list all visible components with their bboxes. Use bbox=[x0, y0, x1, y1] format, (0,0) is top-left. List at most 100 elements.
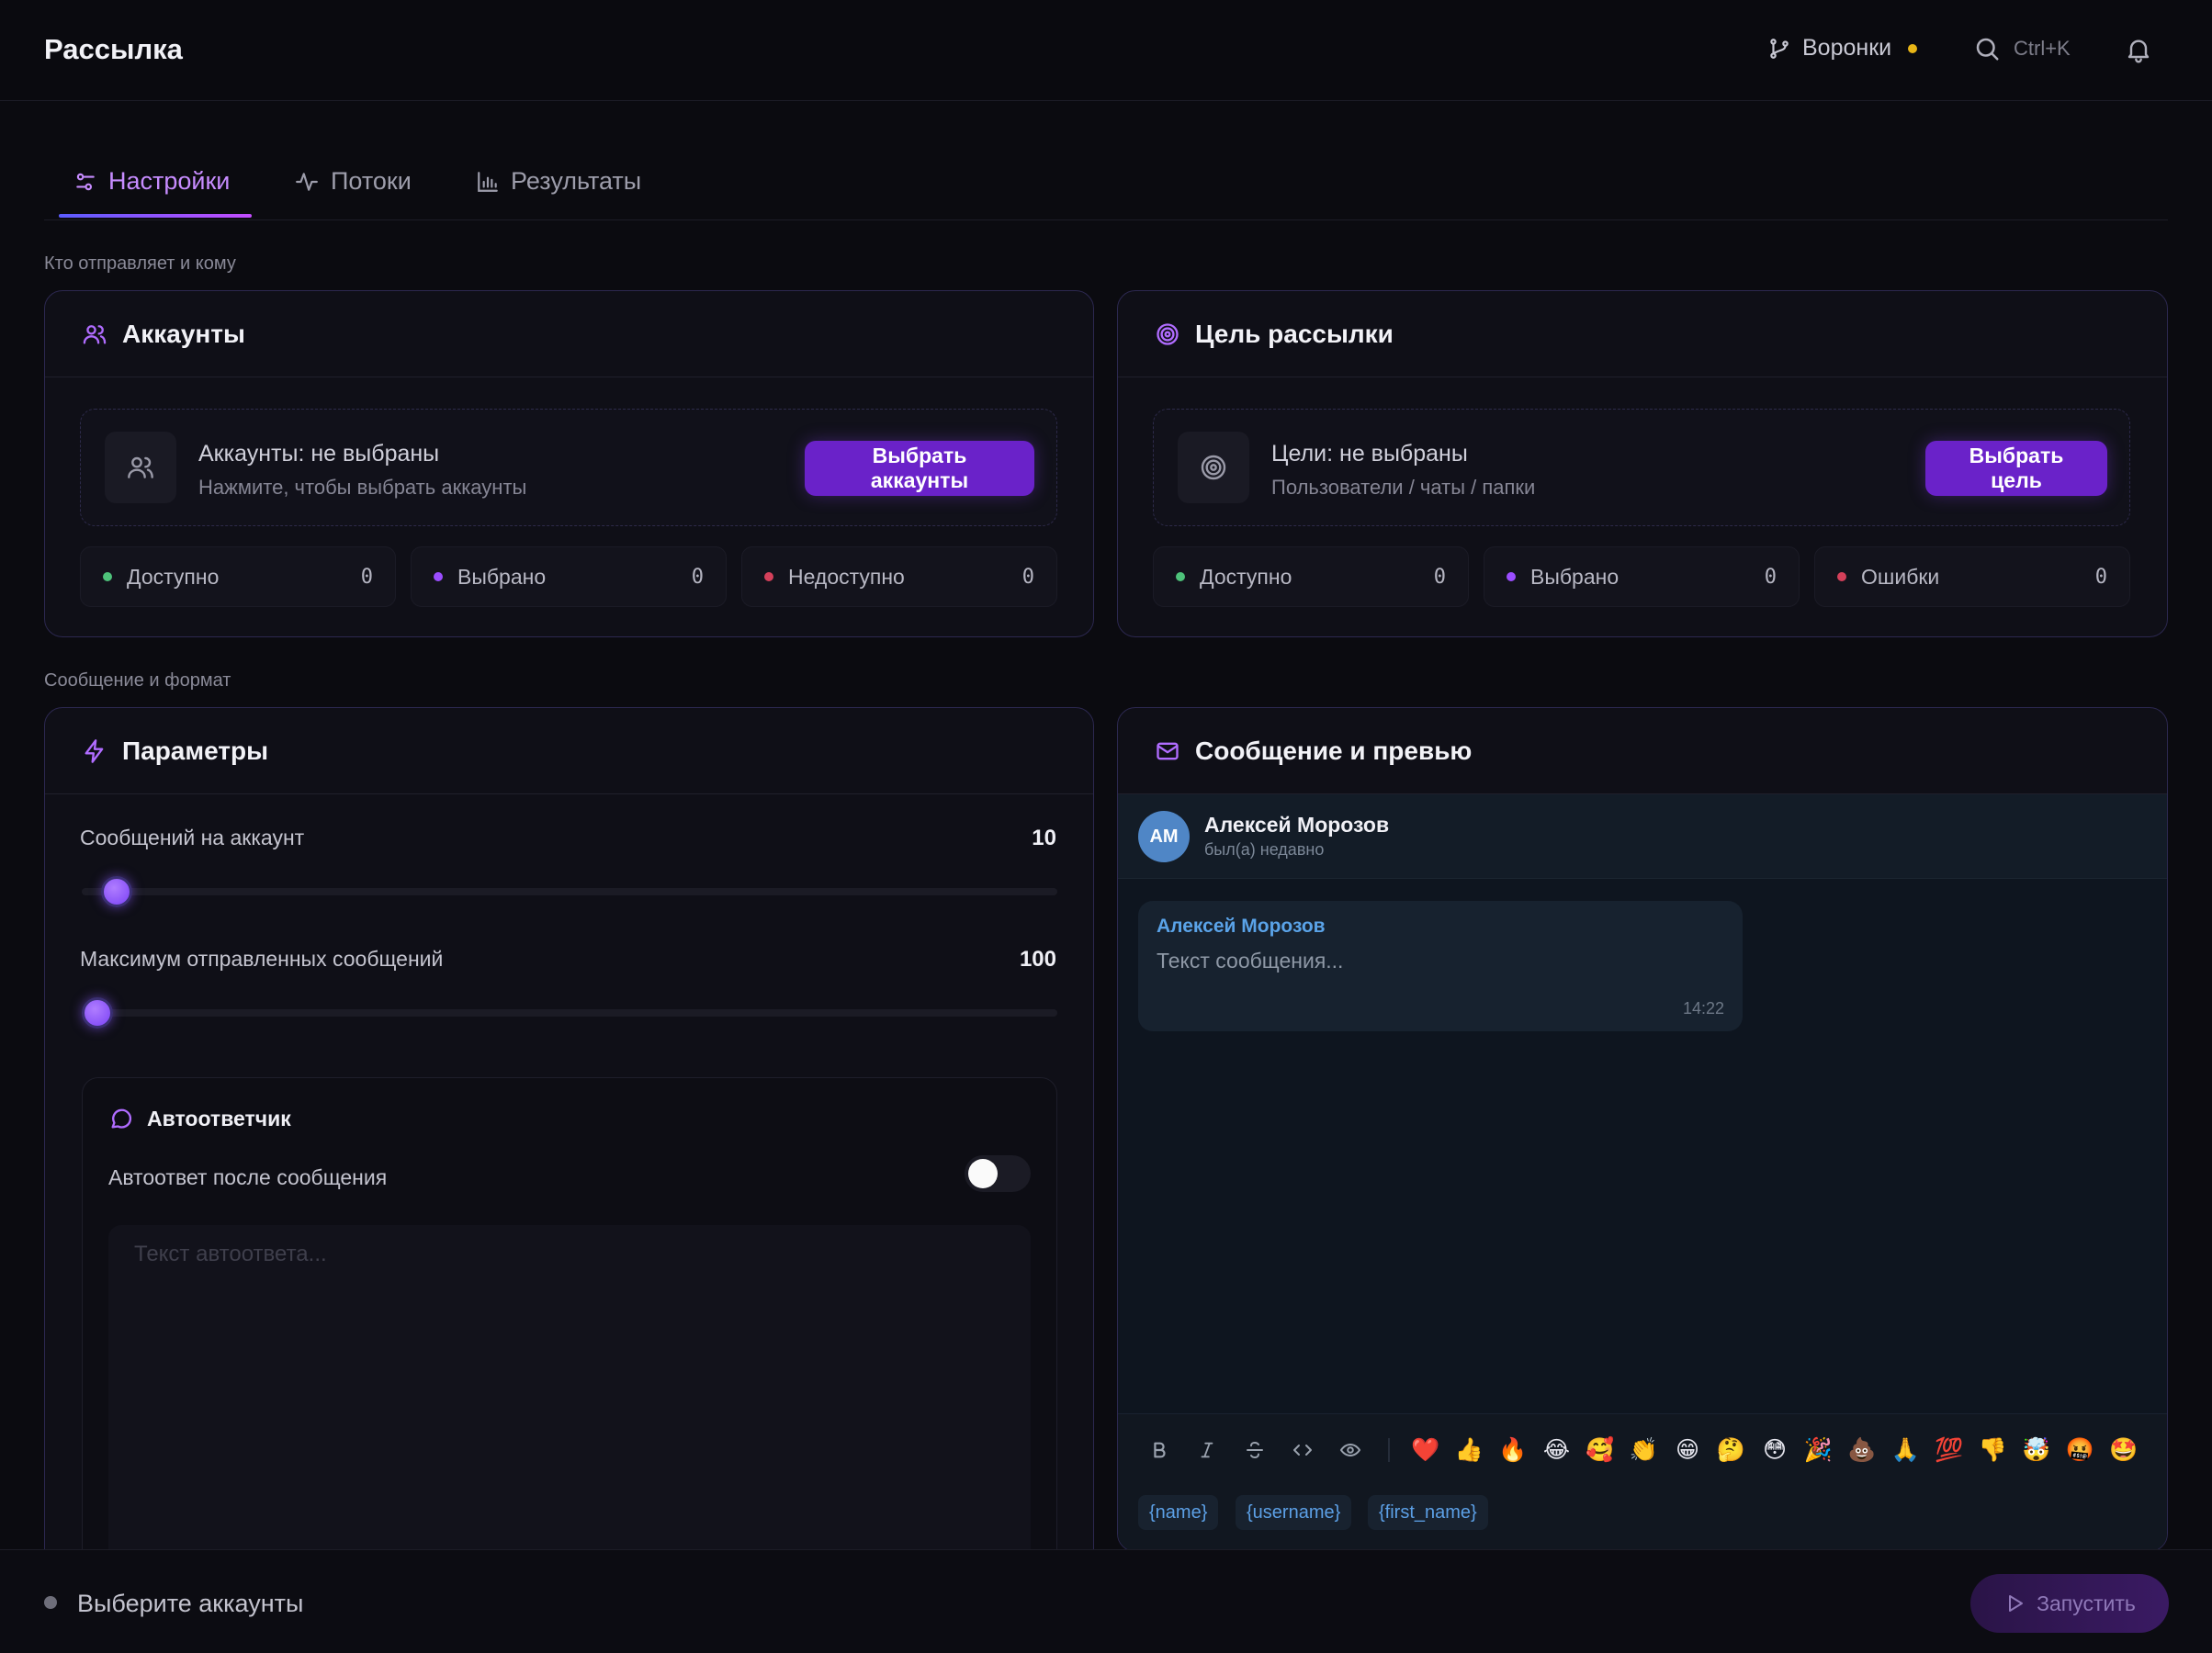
emoji-button[interactable]: ❤️ bbox=[1410, 1434, 1441, 1466]
target-card-title: Цель рассылки bbox=[1195, 319, 1394, 348]
per-account-slider-thumb[interactable] bbox=[101, 876, 132, 907]
max-sent-slider-thumb[interactable] bbox=[82, 997, 113, 1029]
emoji-button[interactable]: 🤩 bbox=[2108, 1434, 2139, 1466]
italic-button[interactable] bbox=[1191, 1434, 1223, 1466]
emoji-button[interactable]: 🤬 bbox=[2065, 1434, 2096, 1466]
play-icon bbox=[2003, 1592, 2026, 1614]
select-target-button[interactable]: Выбрать цель bbox=[1925, 441, 2107, 496]
emoji-button[interactable]: 🎉 bbox=[1803, 1434, 1834, 1466]
tab-streams-label: Потоки bbox=[331, 167, 412, 195]
stat-value: 0 bbox=[1764, 565, 1777, 589]
message-bubble: Алексей Морозов Текст сообщения... 14:22 bbox=[1138, 901, 1743, 1031]
target-card: Цель рассылки Цели: не выбраны Пользоват… bbox=[1117, 290, 2168, 637]
emoji-button[interactable]: 👎 bbox=[1978, 1434, 2009, 1466]
section-label-message: Сообщение и формат bbox=[44, 670, 231, 691]
tab-settings[interactable]: Настройки bbox=[73, 167, 230, 196]
users-icon bbox=[105, 432, 176, 503]
emoji-button[interactable]: 💯 bbox=[1934, 1434, 1965, 1466]
emoji-button[interactable]: 🤔 bbox=[1716, 1434, 1747, 1466]
emoji-button[interactable]: 👍 bbox=[1454, 1434, 1485, 1466]
accounts-card-header: Аккаунты bbox=[45, 291, 1093, 377]
active-tab-indicator bbox=[59, 214, 252, 218]
mail-icon bbox=[1155, 738, 1180, 764]
select-accounts-button[interactable]: Выбрать аккаунты bbox=[805, 441, 1034, 496]
autoreply-toggle[interactable] bbox=[965, 1155, 1031, 1192]
emoji-button[interactable]: 😁 bbox=[1672, 1434, 1703, 1466]
target-icon bbox=[1178, 432, 1249, 503]
status-dot bbox=[44, 1596, 57, 1609]
bar-chart-icon bbox=[476, 170, 500, 194]
run-button[interactable]: Запустить bbox=[1970, 1574, 2169, 1633]
tab-results-label: Результаты bbox=[511, 167, 642, 195]
emoji-button[interactable]: 🤯 bbox=[2021, 1434, 2052, 1466]
emoji-button[interactable]: 🙏 bbox=[1890, 1434, 1922, 1466]
accounts-select-subtitle: Нажмите, чтобы выбрать аккаунты bbox=[198, 476, 527, 499]
section-label-who: Кто отправляет и кому bbox=[44, 253, 236, 274]
accounts-select-box[interactable]: Аккаунты: не выбраны Нажмите, чтобы выбр… bbox=[80, 409, 1057, 526]
stat-value: 0 bbox=[1433, 565, 1446, 589]
chat-area: Алексей Морозов Текст сообщения... 14:22 bbox=[1118, 879, 2167, 1413]
chat-header: АМ Алексей Морозов был(а) недавно bbox=[1118, 794, 2167, 879]
max-sent-slider[interactable] bbox=[82, 997, 1057, 1029]
emoji-button[interactable]: 🔥 bbox=[1497, 1434, 1529, 1466]
search-button[interactable]: Ctrl+K bbox=[1973, 35, 2071, 62]
autoreply-text-input[interactable] bbox=[108, 1225, 1031, 1569]
accounts-stat-available: Доступно 0 bbox=[80, 546, 396, 607]
code-button[interactable] bbox=[1287, 1434, 1318, 1466]
accounts-card-title: Аккаунты bbox=[122, 319, 245, 348]
target-select-box[interactable]: Цели: не выбраны Пользователи / чаты / п… bbox=[1153, 409, 2130, 526]
bottom-bar: Выберите аккаунты Запустить bbox=[0, 1549, 2212, 1653]
status-dot bbox=[103, 572, 112, 581]
avatar: АМ bbox=[1138, 811, 1190, 862]
accounts-stat-unavailable: Недоступно 0 bbox=[741, 546, 1057, 607]
stat-value: 0 bbox=[360, 565, 373, 589]
bubble-text: Текст сообщения... bbox=[1157, 949, 1344, 973]
variable-chip-first-name[interactable]: {first_name} bbox=[1368, 1495, 1488, 1530]
run-button-label: Запустить bbox=[2037, 1591, 2136, 1615]
strikethrough-icon bbox=[1244, 1439, 1266, 1461]
emoji-button[interactable]: 😂 bbox=[1541, 1434, 1573, 1466]
autoresponder-header: Автоответчик bbox=[108, 1106, 291, 1131]
per-account-slider[interactable] bbox=[82, 876, 1057, 907]
status-dot bbox=[1176, 572, 1185, 581]
target-stat-available: Доступно 0 bbox=[1153, 546, 1469, 607]
preview-card-header: Сообщение и превью bbox=[1118, 708, 2167, 794]
tab-streams[interactable]: Потоки bbox=[294, 167, 412, 196]
bubble-sender: Алексей Морозов bbox=[1157, 916, 1326, 937]
stat-label: Ошибки bbox=[1861, 564, 1940, 589]
emoji-button[interactable]: 💩 bbox=[1846, 1434, 1878, 1466]
stat-label: Доступно bbox=[127, 564, 220, 589]
format-toolbar: ❤️ 👍 🔥 😂 🥰 👏 😁 🤔 😳 🎉 💩 🙏 💯 👎 🤯 🤬 🤩 {name} {username} {fi… bbox=[1118, 1413, 2167, 1551]
funnels-button[interactable]: Воронки bbox=[1767, 35, 1918, 62]
emoji-button[interactable]: 😳 bbox=[1759, 1434, 1790, 1466]
accounts-stat-selected: Выбрано 0 bbox=[411, 546, 727, 607]
tab-results[interactable]: Результаты bbox=[476, 167, 641, 196]
autoresponder-panel: Автоответчик Автоответ после сообщения bbox=[82, 1077, 1057, 1569]
emoji-button[interactable]: 🥰 bbox=[1585, 1434, 1616, 1466]
stat-value: 0 bbox=[2094, 565, 2107, 589]
spoiler-button[interactable] bbox=[1335, 1434, 1366, 1466]
strikethrough-button[interactable] bbox=[1239, 1434, 1270, 1466]
tab-bar: Настройки Потоки Результаты bbox=[44, 149, 2168, 220]
spoiler-eye-icon bbox=[1337, 1439, 1363, 1461]
footer-status: Выберите аккаунты bbox=[77, 1590, 304, 1617]
target-select-subtitle: Пользователи / чаты / папки bbox=[1271, 476, 1536, 499]
params-card: Параметры Сообщений на аккаунт 10 Максим… bbox=[44, 707, 1094, 1570]
preview-card-title: Сообщение и превью bbox=[1195, 736, 1473, 765]
emoji-button[interactable]: 👏 bbox=[1629, 1434, 1660, 1466]
variable-chip-username[interactable]: {username} bbox=[1236, 1495, 1352, 1530]
params-card-header: Параметры bbox=[45, 708, 1093, 794]
contact-status: был(а) недавно bbox=[1204, 840, 1325, 859]
bold-button[interactable] bbox=[1144, 1434, 1175, 1466]
autoreply-toggle-label: Автоответ после сообщения bbox=[108, 1165, 388, 1189]
stat-label: Выбрано bbox=[1530, 564, 1620, 589]
accounts-select-title: Аккаунты: не выбраны bbox=[198, 441, 440, 467]
target-select-title: Цели: не выбраны bbox=[1271, 441, 1468, 467]
variable-chip-name[interactable]: {name} bbox=[1138, 1495, 1219, 1530]
stat-label: Недоступно bbox=[788, 564, 905, 589]
status-dot bbox=[434, 572, 443, 581]
status-dot bbox=[764, 572, 773, 581]
stat-label: Выбрано bbox=[457, 564, 547, 589]
notifications-button[interactable] bbox=[2124, 35, 2153, 64]
tab-settings-label: Настройки bbox=[108, 167, 231, 195]
